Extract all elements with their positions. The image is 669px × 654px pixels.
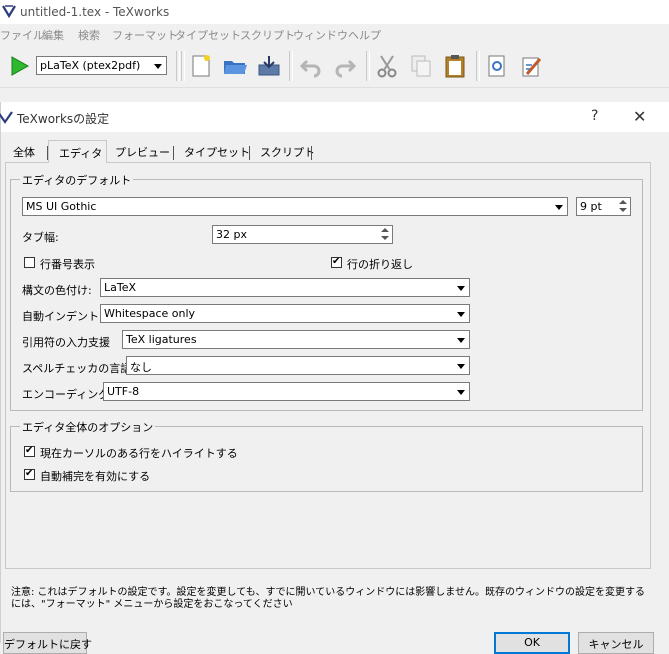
tab-separator — [173, 146, 174, 160]
line-numbers-checkbox[interactable] — [24, 257, 35, 268]
menu-search[interactable]: 検索 — [78, 27, 100, 43]
cancel-label: キャンセル — [588, 638, 644, 651]
smart-quotes-select[interactable]: TeX ligatures — [122, 330, 470, 349]
toolbar-separator — [289, 51, 293, 81]
syntax-coloring-label: 構文の色付け: — [22, 284, 92, 297]
save-icon[interactable] — [256, 53, 282, 79]
settings-note: 注意: これはデフォルトの設定です。設定を変更しても、すでに開いているウィンドウ… — [11, 587, 651, 611]
chevron-down-icon — [455, 359, 467, 372]
menu-script[interactable]: スクリプト — [240, 27, 295, 43]
copy-icon[interactable] — [408, 53, 434, 79]
autocomplete-checkbox[interactable] — [24, 467, 35, 481]
engine-select-value: pLaTeX (ptex2pdf) — [40, 59, 141, 72]
new-document-icon[interactable] — [188, 53, 214, 79]
redo-icon[interactable] — [332, 53, 358, 79]
restore-defaults-label: デフォルトに戻す — [4, 638, 92, 651]
tab-width-value: 32 px — [216, 228, 247, 241]
highlight-line-checkbox[interactable] — [24, 444, 35, 458]
toolbar-separator — [176, 51, 180, 81]
chevron-down-icon — [455, 385, 467, 398]
spell-language-label: スペルチェッカの言語: — [22, 362, 135, 375]
encoding-value: UTF-8 — [107, 385, 140, 398]
spell-language-select[interactable]: なし — [126, 356, 470, 375]
tab-width-spinbox[interactable]: 32 px — [212, 225, 393, 244]
cut-icon[interactable] — [374, 53, 400, 79]
menu-file[interactable]: ファイル — [0, 27, 44, 43]
preferences-dialog: TeXworksの設定 ? ✕ 全体 エディタ プレビュー タイプセット スクリ… — [0, 102, 669, 654]
tab-scripts[interactable]: スクリプト — [260, 144, 315, 160]
highlight-line-label: 現在カーソルのある行をハイライトする — [40, 447, 238, 460]
help-button[interactable]: ? — [591, 108, 598, 124]
dialog-title: TeXworksの設定 — [17, 112, 110, 126]
close-button[interactable]: ✕ — [633, 107, 646, 126]
tab-editor-label: エディタ — [59, 147, 103, 160]
syntax-coloring-value: LaTeX — [104, 281, 137, 294]
texworks-logo-icon — [0, 111, 13, 124]
toolbar: pLaTeX (ptex2pdf) — [0, 45, 669, 88]
window-titlebar: untitled-1.tex - TeXworks — [0, 0, 669, 24]
editor-defaults-title: エディタのデフォルト — [20, 172, 134, 188]
menu-help[interactable]: ヘルプ — [348, 27, 381, 43]
settings-note-line1: 注意: これはデフォルトの設定です。設定を変更しても、すでに開いているウィンドウ… — [11, 587, 645, 598]
tab-general[interactable]: 全体 — [13, 144, 35, 160]
auto-indent-select[interactable]: Whitespace only — [100, 304, 470, 323]
editor-global-options-title: エディタ全体のオプション — [20, 419, 156, 435]
preferences-icon[interactable] — [518, 53, 544, 79]
toolbar-separator — [181, 51, 185, 81]
tab-separator — [311, 146, 312, 160]
smart-quotes-value: TeX ligatures — [126, 333, 197, 346]
menu-edit[interactable]: 編集 — [42, 27, 64, 43]
tab-width-label: タブ幅: — [22, 231, 59, 244]
autocomplete-label: 自動補完を有効にする — [40, 470, 151, 483]
restore-defaults-button[interactable]: デフォルトに戻す — [3, 632, 92, 654]
auto-indent-value: Whitespace only — [104, 307, 196, 320]
chevron-down-icon — [455, 281, 467, 294]
tab-editor[interactable]: エディタ — [48, 140, 107, 163]
menu-typeset[interactable]: タイプセット — [175, 27, 241, 43]
auto-indent-label: 自動インデント: — [22, 310, 103, 323]
dialog-titlebar: TeXworksの設定 ? ✕ — [0, 102, 669, 132]
line-numbers-label: 行番号表示 — [40, 258, 95, 271]
tab-preview[interactable]: プレビュー — [115, 144, 170, 160]
engine-select[interactable]: pLaTeX (ptex2pdf) — [36, 56, 167, 75]
preview-find-icon[interactable] — [484, 53, 510, 79]
texworks-logo-icon — [2, 5, 16, 18]
editor-tab-pane: エディタのデフォルト MS UI Gothic 9 pt タブ幅: 32 px … — [5, 162, 651, 569]
chevron-down-icon — [152, 59, 164, 72]
syntax-coloring-select[interactable]: LaTeX — [100, 278, 470, 297]
smart-quotes-label: 引用符の入力支援 — [22, 336, 110, 349]
toolbar-separator — [366, 51, 370, 81]
paste-icon[interactable] — [442, 53, 468, 79]
spin-arrows-icon[interactable] — [617, 199, 629, 214]
wrap-lines-checkbox[interactable] — [331, 255, 342, 269]
open-folder-icon[interactable] — [222, 53, 248, 79]
wrap-lines-label: 行の折り返し — [347, 258, 413, 271]
encoding-select[interactable]: UTF-8 — [103, 382, 470, 401]
spin-arrows-icon[interactable] — [379, 227, 391, 242]
menu-bar: ファイル 編集 検索 フォーマット タイプセット スクリプト ウィンドウ ヘルプ — [0, 24, 669, 45]
typeset-play-icon[interactable] — [6, 53, 32, 79]
menu-window[interactable]: ウィンドウ — [293, 27, 348, 43]
tab-separator — [249, 146, 250, 160]
window-title: untitled-1.tex - TeXworks — [20, 5, 170, 19]
menu-format[interactable]: フォーマット — [112, 27, 178, 43]
tab-typeset[interactable]: タイプセット — [184, 144, 250, 160]
settings-note-line2: には、"フォーマット" メニューから設定をおこなってください — [11, 599, 293, 610]
spell-language-value: なし — [130, 361, 152, 374]
font-select-value: MS UI Gothic — [26, 200, 97, 213]
chevron-down-icon — [455, 333, 467, 346]
ok-button[interactable]: OK — [494, 632, 570, 654]
cancel-button[interactable]: キャンセル — [578, 632, 654, 654]
encoding-label: エンコーディング: — [22, 388, 113, 401]
chevron-down-icon — [553, 200, 565, 213]
undo-icon[interactable] — [298, 53, 324, 79]
font-select[interactable]: MS UI Gothic — [22, 197, 568, 216]
font-size-spinbox[interactable]: 9 pt — [576, 197, 631, 216]
toolbar-separator — [476, 51, 480, 81]
font-size-value: 9 pt — [580, 200, 602, 213]
chevron-down-icon — [455, 307, 467, 320]
